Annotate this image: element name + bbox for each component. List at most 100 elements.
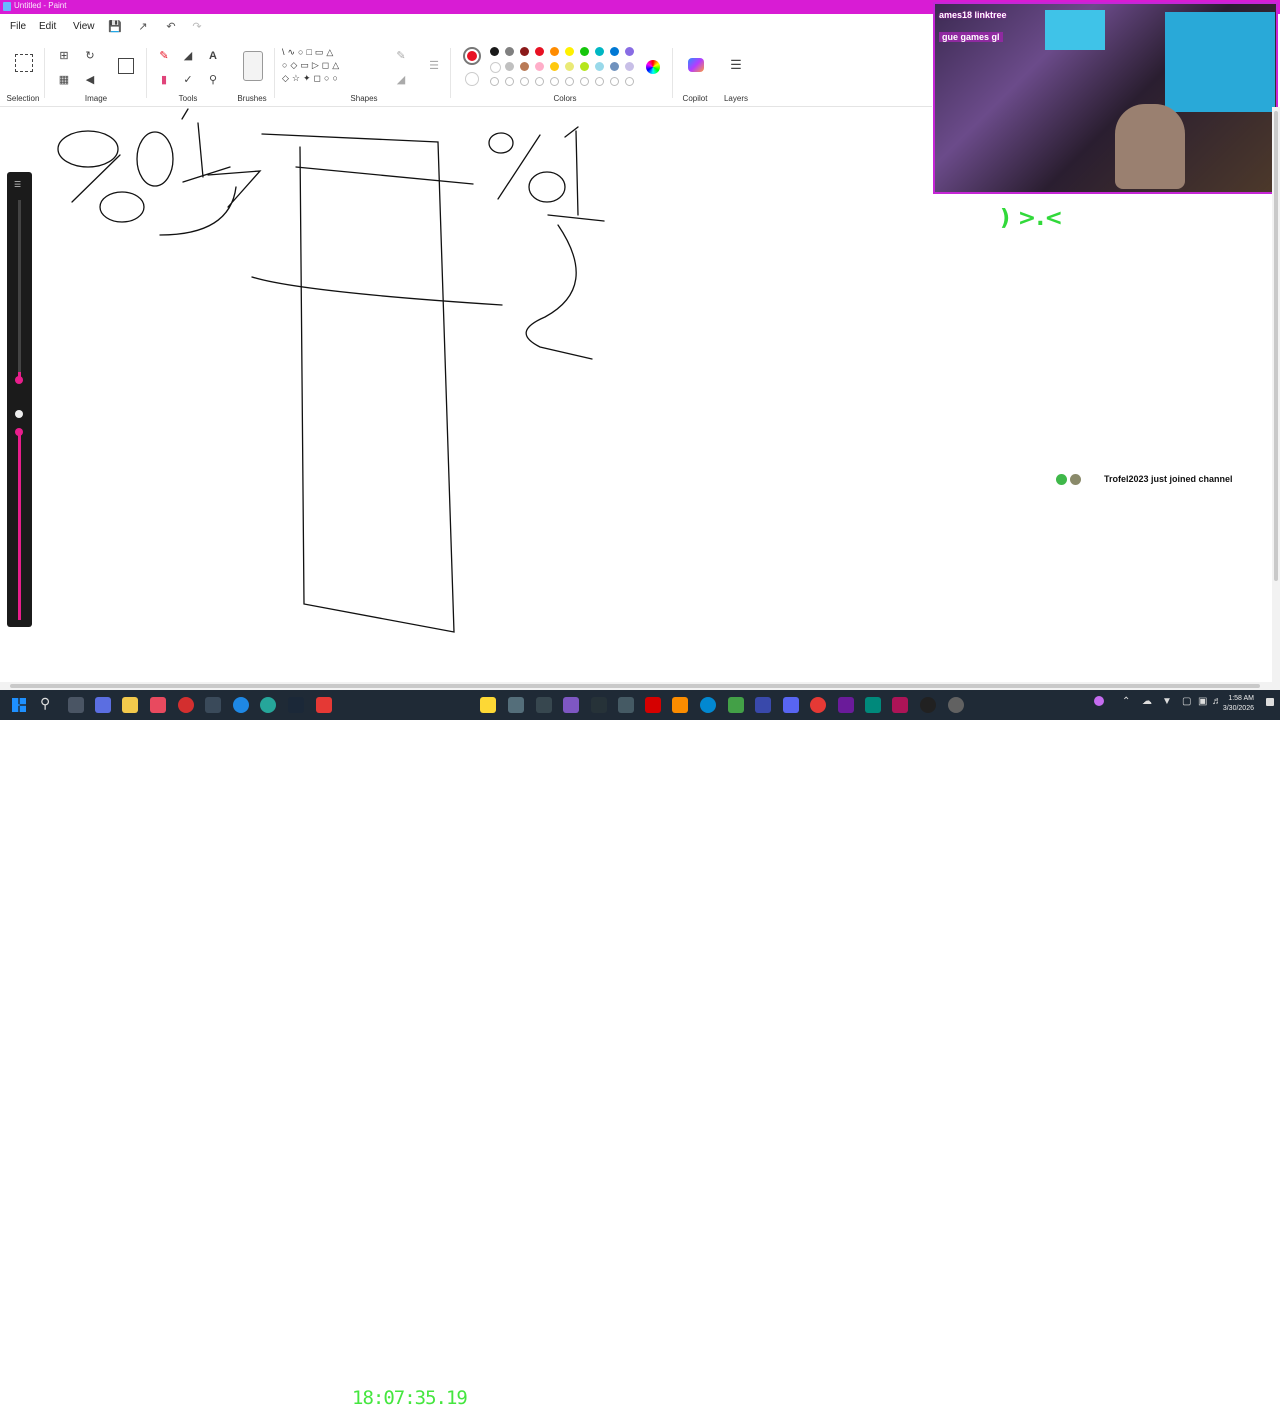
taskbar-app-icon[interactable] — [150, 697, 166, 713]
color-swatch[interactable] — [580, 47, 589, 56]
taskbar-app-icon[interactable] — [672, 697, 688, 713]
taskbar-app-icon[interactable] — [865, 697, 881, 713]
image-select-icon[interactable]: ▦ — [56, 72, 72, 88]
custom-color-slot[interactable] — [505, 77, 514, 86]
custom-color-slot[interactable] — [520, 77, 529, 86]
vertical-scrollbar[interactable] — [1272, 107, 1280, 682]
network-icon[interactable]: ▣ — [1198, 696, 1207, 707]
menu-file[interactable]: File — [10, 21, 26, 32]
vertical-scroll-thumb[interactable] — [1274, 111, 1278, 581]
task-view-icon[interactable] — [68, 697, 84, 713]
taskbar-app-icon[interactable] — [618, 697, 634, 713]
color-swatch[interactable] — [625, 47, 634, 56]
taskbar-app-icon[interactable] — [700, 697, 716, 713]
steam-icon[interactable] — [288, 697, 304, 713]
chrome-icon[interactable] — [810, 697, 826, 713]
custom-color-slot[interactable] — [580, 77, 589, 86]
opacity-slider-track[interactable] — [18, 430, 21, 620]
menu-edit[interactable]: Edit — [39, 21, 56, 32]
edge-icon[interactable] — [233, 697, 249, 713]
color-swatch[interactable] — [535, 62, 544, 71]
text-tool-icon[interactable]: A — [205, 48, 221, 64]
taskbar-app-icon[interactable] — [205, 697, 221, 713]
undo-icon[interactable]: ↶ — [164, 20, 178, 34]
size-slider-track[interactable] — [18, 200, 21, 380]
tray-time[interactable]: 1:58 AM — [1222, 695, 1254, 702]
color-swatch[interactable] — [580, 62, 589, 71]
size-slider-thumb[interactable] — [15, 376, 23, 384]
custom-color-slot[interactable] — [490, 77, 499, 86]
color-swatch[interactable] — [505, 62, 514, 71]
taskbar-app-icon[interactable] — [95, 697, 111, 713]
color-swatch[interactable] — [490, 47, 499, 56]
fill-shape-icon[interactable]: ◢ — [393, 72, 409, 88]
shapes-gallery[interactable]: \∿○□▭△ ○◇▭▷◻△ ◇☆✦◻○○ — [282, 46, 382, 90]
layers-icon[interactable]: ☰ — [728, 57, 744, 73]
start-icon[interactable] — [12, 698, 26, 712]
color-swatch[interactable] — [505, 47, 514, 56]
color-swatch[interactable] — [625, 62, 634, 71]
image-frame-icon[interactable] — [118, 58, 134, 74]
color-swatch[interactable] — [520, 47, 529, 56]
taskbar-app-icon[interactable] — [948, 697, 964, 713]
file-explorer-icon[interactable] — [122, 697, 138, 713]
taskbar-app-icon[interactable] — [563, 697, 579, 713]
opacity-slider-thumb[interactable] — [15, 428, 23, 436]
share-icon[interactable]: ↗ — [136, 20, 150, 34]
youtube-icon[interactable] — [645, 697, 661, 713]
display-icon[interactable]: ▢ — [1182, 696, 1191, 707]
tray-icon[interactable]: ▼ — [1162, 696, 1172, 707]
onedrive-icon[interactable]: ☁ — [1142, 696, 1152, 707]
resize-icon[interactable]: ↻ — [82, 48, 98, 64]
custom-color-slot[interactable] — [610, 77, 619, 86]
primary-color-ring[interactable] — [463, 47, 481, 65]
color-swatch[interactable] — [490, 62, 501, 73]
save-icon[interactable]: 💾 — [108, 20, 122, 34]
custom-color-slot[interactable] — [595, 77, 604, 86]
taskbar-app-icon[interactable] — [591, 697, 607, 713]
notifications-icon[interactable] — [1266, 698, 1274, 706]
eraser-icon[interactable]: ▮ — [156, 72, 172, 88]
color-swatch[interactable] — [565, 47, 574, 56]
redo-icon[interactable]: ↷ — [190, 20, 204, 34]
taskbar-app-icon[interactable] — [838, 697, 854, 713]
search-icon[interactable]: ⚲ — [40, 695, 50, 712]
tray-app-icon[interactable] — [1094, 696, 1104, 706]
custom-color-slot[interactable] — [625, 77, 634, 86]
tray-chevron-icon[interactable]: ⌃ — [1122, 696, 1130, 707]
horizontal-scrollbar[interactable] — [0, 682, 1280, 690]
color-swatch[interactable] — [565, 62, 574, 71]
color-swatch[interactable] — [520, 62, 529, 71]
selection-icon[interactable] — [15, 54, 33, 72]
color-swatch[interactable] — [535, 47, 544, 56]
rotate-icon[interactable]: ◀ — [82, 72, 98, 88]
taskbar-app-icon[interactable] — [728, 697, 744, 713]
custom-color-slot[interactable] — [535, 77, 544, 86]
color-swatch[interactable] — [610, 47, 619, 56]
color-swatch[interactable] — [550, 62, 559, 71]
edit-colors-icon[interactable] — [646, 60, 660, 74]
taskbar-app-icon[interactable] — [508, 697, 524, 713]
shape-size-icon[interactable]: ☰ — [426, 58, 442, 74]
horizontal-scroll-thumb[interactable] — [10, 684, 1260, 688]
outline-icon[interactable]: ✎ — [393, 48, 409, 64]
magnifier-icon[interactable]: ⚲ — [205, 72, 221, 88]
paint-taskbar-icon[interactable] — [892, 697, 908, 713]
taskbar-app-icon[interactable] — [755, 697, 771, 713]
secondary-color-swatch[interactable] — [465, 72, 479, 86]
color-swatch[interactable] — [595, 62, 604, 71]
taskbar-app-icon[interactable] — [920, 697, 936, 713]
taskbar-app-icon[interactable] — [480, 697, 496, 713]
crop-icon[interactable]: ⊞ — [56, 48, 72, 64]
discord-icon[interactable] — [783, 697, 799, 713]
color-picker-icon[interactable]: ✓ — [180, 72, 196, 88]
color-swatch[interactable] — [550, 47, 559, 56]
fill-icon[interactable]: ◢ — [180, 48, 196, 64]
brushes-icon[interactable] — [243, 51, 263, 81]
taskbar-app-icon[interactable] — [536, 697, 552, 713]
menu-view[interactable]: View — [73, 21, 95, 32]
taskbar-app-icon[interactable] — [260, 697, 276, 713]
custom-color-slot[interactable] — [565, 77, 574, 86]
taskbar-app-icon[interactable] — [316, 697, 332, 713]
color-swatch[interactable] — [610, 62, 619, 71]
